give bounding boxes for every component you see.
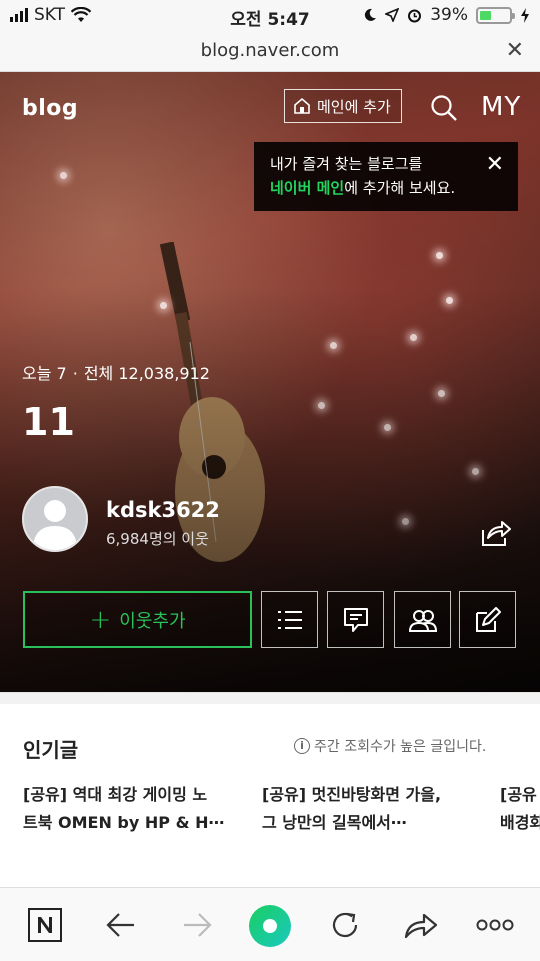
popular-post-item[interactable]: [공유 배경화 (500, 781, 540, 837)
blog-title: 11 (22, 400, 75, 444)
status-bar: SKT 오전 5:47 39% (0, 0, 540, 30)
add-to-main-label: 메인에 추가 (317, 97, 391, 116)
arrow-right-icon (184, 913, 212, 937)
url-text[interactable]: blog.naver.com (0, 40, 540, 61)
tooltip-highlight: 네이버 메인 (270, 179, 345, 197)
plus-icon: + (89, 604, 112, 635)
popular-post-item[interactable]: [공유] 역대 최강 게이밍 노 트북 OMEN by HP & H⋯ (23, 781, 251, 837)
refresh-icon (332, 912, 358, 938)
neighbors-button[interactable] (394, 591, 451, 648)
back-button[interactable] (104, 906, 138, 944)
arrow-left-icon (106, 913, 134, 937)
forward-button[interactable] (180, 906, 214, 944)
my-button[interactable]: MY (481, 92, 521, 122)
blog-logo[interactable]: blog (22, 96, 78, 121)
location-icon (385, 8, 400, 22)
green-dot-icon (249, 905, 291, 947)
naver-home-button[interactable] (26, 906, 64, 944)
battery-percent: 39% (430, 5, 468, 25)
add-neighbor-label: 이웃추가 (119, 610, 186, 632)
today-visits: 오늘 7 (22, 364, 67, 383)
popular-posts-title: 인기글 (23, 738, 79, 762)
list-icon (277, 610, 302, 629)
add-neighbor-button[interactable]: + 이웃추가 (23, 591, 252, 648)
share-icon[interactable] (480, 518, 512, 548)
close-icon[interactable]: ✕ (506, 38, 524, 63)
battery-icon (476, 6, 515, 24)
blog-username[interactable]: kdsk3622 (106, 498, 220, 522)
avatar[interactable] (22, 486, 88, 552)
write-button[interactable] (459, 591, 516, 648)
popular-post-item[interactable]: [공유] 멋진바탕화면 가을, 그 낭만의 길목에서⋯ (262, 781, 490, 837)
bottom-toolbar (0, 887, 540, 961)
info-icon: i (294, 738, 310, 754)
popular-note-text: 주간 조회수가 높은 글입니다. (314, 739, 487, 755)
green-dot-button[interactable] (248, 904, 292, 948)
share-arrow-icon (404, 913, 438, 939)
neighbor-count[interactable]: 6,984명의 이웃 (106, 528, 209, 549)
post-list-button[interactable] (261, 591, 318, 648)
refresh-button[interactable] (328, 906, 362, 944)
more-button[interactable] (474, 906, 516, 944)
add-main-tooltip: 내가 즐겨 찾는 블로그를 네이버 메인에 추가해 보세요. ✕ (254, 142, 518, 211)
alarm-icon (408, 9, 422, 22)
default-profile-icon (33, 500, 77, 550)
blog-hero: blog 메인에 추가 MY 내가 즐겨 찾는 블로그를 네이버 메인에 추가해… (0, 72, 540, 692)
popular-posts-note[interactable]: i 주간 조회수가 높은 글입니다. (294, 736, 486, 756)
search-icon[interactable] (430, 94, 458, 122)
share-page-button[interactable] (403, 906, 439, 944)
add-to-main-button[interactable]: 메인에 추가 (284, 89, 402, 123)
people-icon (408, 609, 437, 632)
guestbook-button[interactable] (327, 591, 384, 648)
pencil-icon (475, 606, 501, 632)
moon-icon (365, 8, 377, 21)
total-visits: 전체 12,038,912 (83, 364, 210, 383)
more-icon (476, 919, 514, 931)
tooltip-line2: 에 추가해 보세요. (344, 179, 456, 197)
tooltip-close-icon[interactable]: ✕ (486, 154, 504, 176)
naver-n-icon (28, 908, 62, 942)
url-bar: blog.naver.com ✕ (0, 30, 540, 72)
charging-icon (521, 7, 529, 23)
comment-icon (343, 607, 368, 632)
tooltip-line1: 내가 즐겨 찾는 블로그를 (270, 155, 423, 173)
visit-counter: 오늘 7 · 전체 12,038,912 (22, 364, 210, 383)
home-icon (294, 97, 310, 114)
